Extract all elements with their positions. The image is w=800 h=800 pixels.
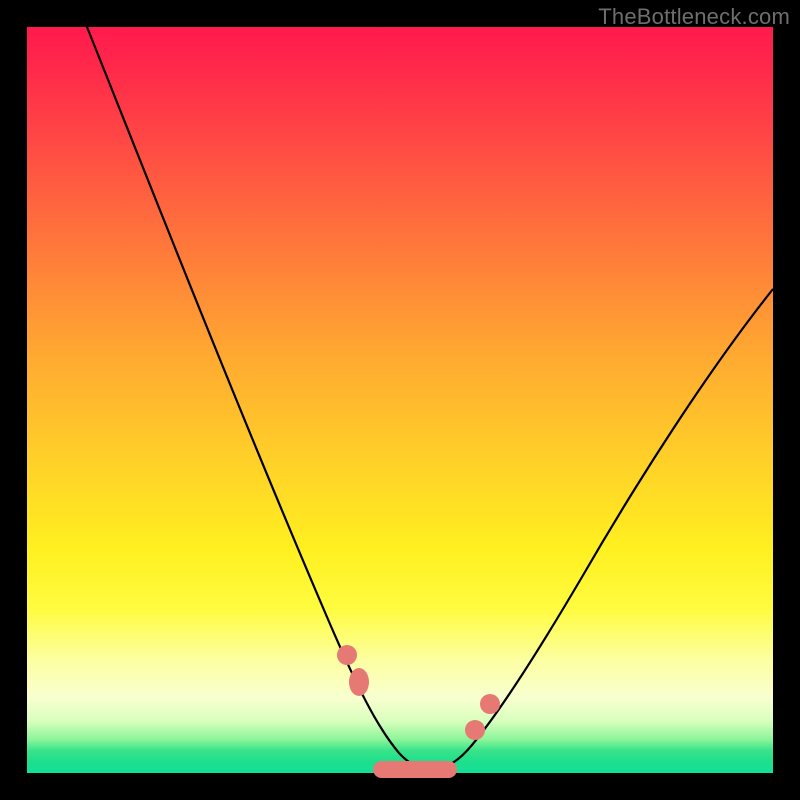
marker-right-lower-dot [465,720,485,740]
marker-left-upper-dot [337,645,357,665]
plot-area [27,27,773,773]
bottleneck-curve [87,27,773,769]
marker-left-lower-dot [349,668,369,696]
chart-frame: TheBottleneck.com [0,0,800,800]
marker-right-upper-dot [480,694,500,714]
watermark-text: TheBottleneck.com [598,4,790,30]
chart-svg [27,27,773,773]
marker-bottom-bar [373,761,457,778]
